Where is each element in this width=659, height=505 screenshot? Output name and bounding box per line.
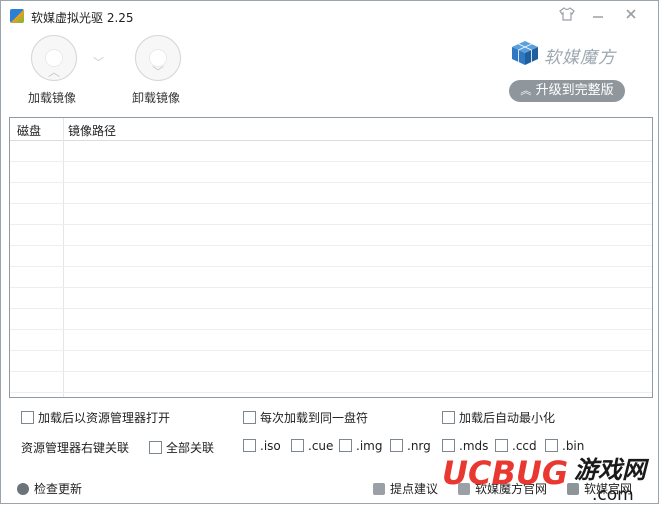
table-row[interactable] xyxy=(10,245,652,267)
watermark-text-3: .com xyxy=(592,485,634,502)
window-title: 软媒虚拟光驱 2.25 xyxy=(31,11,134,25)
same-drive-label: 每次加载到同一盘符 xyxy=(260,411,369,425)
pencil-icon xyxy=(373,483,385,495)
checkbox-box[interactable] xyxy=(243,411,256,424)
minimize-after-label: 加载后自动最小化 xyxy=(459,411,556,425)
titlebar: 软媒虚拟光驱 2.25 xyxy=(1,1,658,31)
table-row[interactable] xyxy=(10,203,652,225)
close-icon[interactable] xyxy=(621,7,641,27)
context-menu-label: 资源管理器右键关联 xyxy=(21,441,130,455)
shirt-icon[interactable] xyxy=(557,7,577,27)
minimize-after-checkbox[interactable]: 加载后自动最小化 xyxy=(442,409,555,426)
ext-label: .iso xyxy=(260,439,281,453)
ext-cue-checkbox[interactable]: .cue xyxy=(291,439,333,453)
suggest-link[interactable]: 提点建议 xyxy=(373,480,438,497)
ext-img-checkbox[interactable]: .img xyxy=(339,439,382,453)
app-window: 软媒虚拟光驱 2.25 ︿ 加载镜像 ﹀ ﹀ 卸载镜像 软媒魔方 ︽ 升级到完整… xyxy=(0,0,659,504)
checkbox-box[interactable] xyxy=(291,439,304,452)
checkbox-box[interactable] xyxy=(243,439,256,452)
watermark-text-2: 游戏网 xyxy=(574,455,650,484)
open-explorer-checkbox[interactable]: 加载后以资源管理器打开 xyxy=(21,409,170,426)
table-row[interactable] xyxy=(10,350,652,372)
same-drive-checkbox[interactable]: 每次加载到同一盘符 xyxy=(243,409,368,426)
watermark-text: UCBUG xyxy=(442,454,568,492)
table-row[interactable] xyxy=(10,266,652,288)
check-update-label: 检查更新 xyxy=(34,482,83,496)
disc-mount-icon: ︿ xyxy=(31,35,77,81)
unmount-label: 卸载镜像 xyxy=(132,91,181,105)
checkbox-box[interactable] xyxy=(390,439,403,452)
column-header-path[interactable]: 镜像路径 xyxy=(68,122,116,139)
chevron-down-icon[interactable]: ﹀ xyxy=(93,54,104,70)
column-header-disk[interactable]: 磁盘 xyxy=(17,122,41,139)
brand-logo: 软媒魔方 xyxy=(511,38,623,70)
table-row[interactable] xyxy=(10,287,652,309)
table-row[interactable] xyxy=(10,161,652,183)
upgrade-button[interactable]: ︽ 升级到完整版 xyxy=(509,80,625,102)
check-update-link[interactable]: 检查更新 xyxy=(17,480,82,497)
table-row[interactable] xyxy=(10,224,652,246)
ext-label: .cue xyxy=(308,439,334,453)
upgrade-label: 升级到完整版 xyxy=(535,83,614,98)
ext-label: .nrg xyxy=(407,439,431,453)
table-row[interactable] xyxy=(10,182,652,204)
open-explorer-label: 加载后以资源管理器打开 xyxy=(38,411,171,425)
all-assoc-checkbox[interactable]: 全部关联 xyxy=(149,439,214,456)
checkbox-box[interactable] xyxy=(21,411,34,424)
table-header: 磁盘 镜像路径 xyxy=(10,118,652,141)
ext-label: .img xyxy=(356,439,383,453)
minimize-icon[interactable] xyxy=(588,7,608,27)
image-table[interactable]: 磁盘 镜像路径 xyxy=(9,117,653,398)
table-row[interactable] xyxy=(10,371,652,393)
disc-unmount-icon: ﹀ xyxy=(135,35,181,81)
update-icon xyxy=(17,483,29,495)
cube-icon xyxy=(512,41,538,65)
checkbox-box[interactable] xyxy=(442,411,455,424)
double-chevron-up-icon: ︽ xyxy=(520,84,532,97)
all-assoc-label: 全部关联 xyxy=(166,441,215,455)
brand-name: 软媒魔方 xyxy=(544,48,616,68)
suggest-label: 提点建议 xyxy=(390,482,439,496)
ext-nrg-checkbox[interactable]: .nrg xyxy=(390,439,431,453)
app-logo-icon xyxy=(10,9,24,23)
checkbox-box[interactable] xyxy=(149,441,162,454)
table-row[interactable] xyxy=(10,140,652,162)
table-row[interactable] xyxy=(10,308,652,330)
checkbox-box[interactable] xyxy=(339,439,352,452)
watermark-logo: UCBUG 游戏网 .com xyxy=(442,448,656,505)
table-row[interactable] xyxy=(10,329,652,351)
mount-label: 加载镜像 xyxy=(28,91,77,105)
ext-iso-checkbox[interactable]: .iso xyxy=(243,439,281,453)
